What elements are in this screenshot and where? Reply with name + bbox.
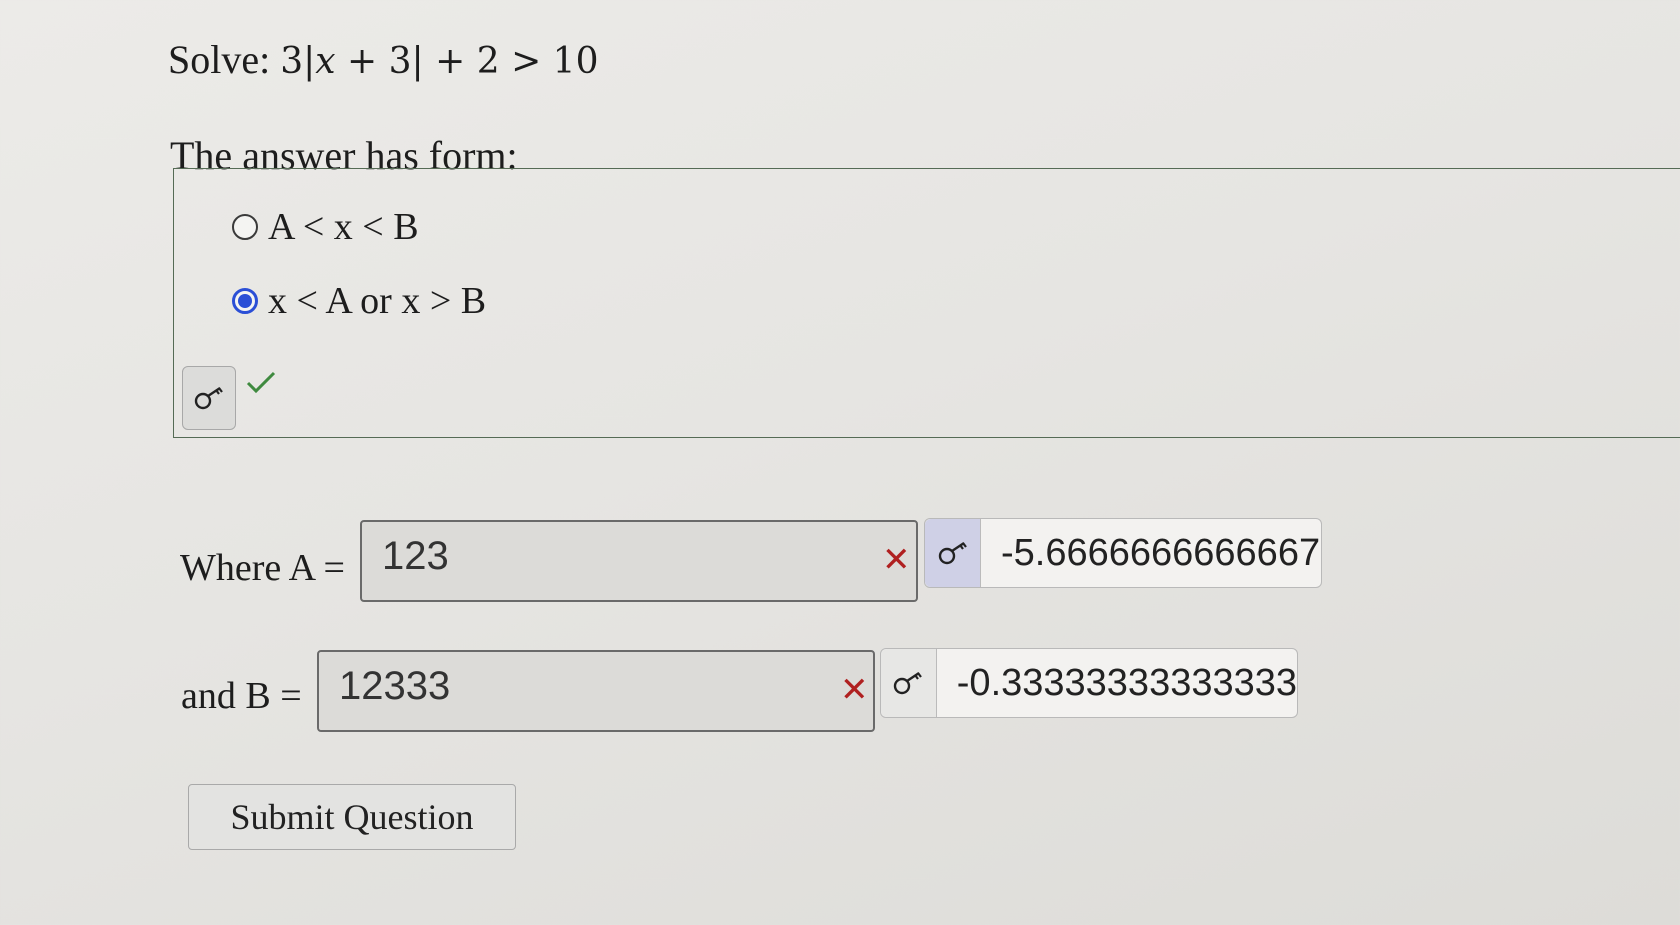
key-icon (894, 672, 923, 695)
radio-button-2[interactable] (232, 288, 258, 314)
radio-button-1[interactable] (232, 214, 258, 240)
answer-input-b[interactable]: 12333 (317, 650, 875, 732)
correct-value-b: -0.33333333333333 (956, 661, 1297, 704)
label-a: Where A = (180, 547, 345, 589)
problem-prefix: Solve: (168, 37, 271, 82)
key-button-form[interactable] (182, 366, 236, 430)
correct-value-a: -5.6666666666667 (1001, 531, 1321, 574)
key-button-b[interactable] (881, 649, 937, 717)
key-icon (194, 387, 223, 410)
correct-answer-a: -5.6666666666667 (924, 518, 1322, 588)
key-icon (938, 542, 967, 565)
choice-label-1: A < x < B (268, 206, 419, 248)
choice-label-2: x < A or x > B (268, 280, 487, 322)
key-button-a[interactable] (925, 519, 981, 587)
label-b: and B = (181, 675, 302, 717)
submit-question-button[interactable]: Submit Question (188, 784, 516, 850)
problem-equation: 3|x + 3| + 2 > 10 (280, 41, 599, 82)
wrong-icon-a: ✕ (882, 540, 911, 580)
wrong-icon-b: ✕ (840, 670, 869, 710)
correct-answer-b: -0.33333333333333 (880, 648, 1298, 718)
choice-box: A < x < B x < A or x > B (173, 168, 1680, 438)
check-icon (246, 371, 276, 394)
problem-statement: Solve: 3|x + 3| + 2 > 10 (168, 36, 599, 83)
choice-option-2[interactable]: x < A or x > B (232, 279, 486, 323)
answer-input-a[interactable]: 123 (360, 520, 918, 602)
choice-option-1[interactable]: A < x < B (232, 205, 419, 249)
